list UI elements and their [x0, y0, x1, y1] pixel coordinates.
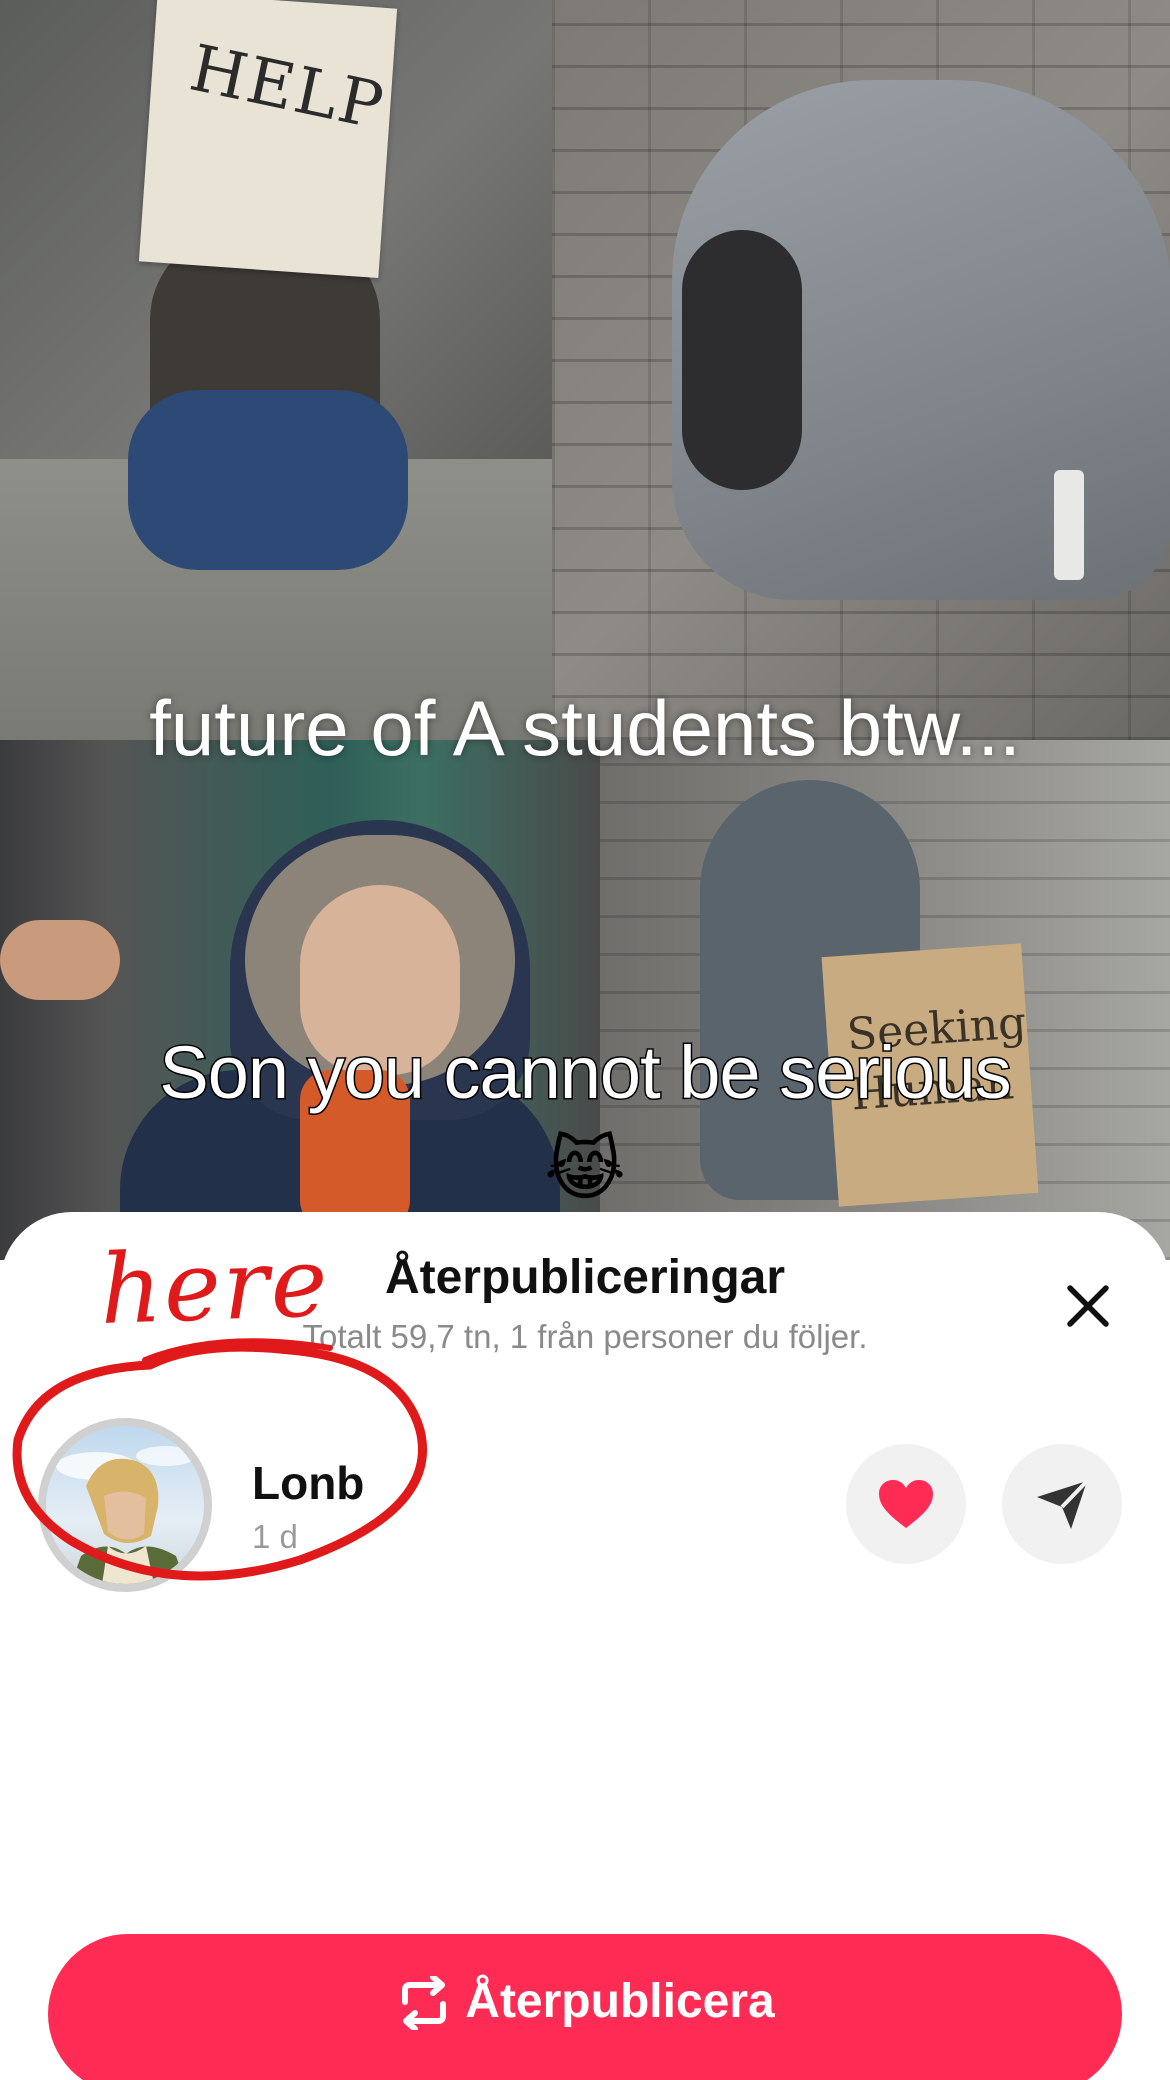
repost-icon — [402, 1976, 447, 2030]
repost-time: 1 d — [252, 1518, 298, 1555]
send-button[interactable] — [1002, 1444, 1122, 1564]
repost-list-item[interactable]: Lonb 1 d — [0, 1418, 1170, 1592]
username[interactable]: Lonb — [252, 1456, 364, 1510]
help-sign: HELP — [138, 0, 398, 279]
hand — [0, 920, 120, 1000]
video-player[interactable]: HELP Seeking Human future of A students … — [0, 0, 1170, 1260]
caption-emoji: 😹 — [544, 1130, 626, 1208]
close-icon — [1067, 1285, 1109, 1327]
avatar-image — [46, 1426, 204, 1584]
image-panel-help-sign: HELP — [0, 0, 552, 740]
like-button[interactable] — [846, 1444, 966, 1564]
video-caption: Son you cannot be serious — [158, 1030, 1013, 1116]
annotation-label: here — [98, 1226, 332, 1346]
help-sign-text: HELP — [183, 31, 391, 145]
hooded-head — [682, 230, 802, 490]
image-panel-blanket — [552, 0, 1170, 740]
avatar-illustration — [56, 1446, 196, 1584]
person-legs — [128, 390, 408, 570]
heart-icon — [879, 1480, 933, 1528]
close-button[interactable] — [1054, 1272, 1122, 1340]
screen: HELP Seeking Human future of A students … — [0, 0, 1170, 2080]
repost-button[interactable]: Återpublicera — [48, 1934, 1122, 2080]
cup — [1054, 470, 1084, 580]
repost-button-label: Återpublicera — [465, 1975, 775, 2028]
send-icon — [1037, 1479, 1089, 1529]
video-overlay-text: future of A students btw... — [149, 684, 1021, 772]
avatar[interactable] — [38, 1418, 212, 1592]
